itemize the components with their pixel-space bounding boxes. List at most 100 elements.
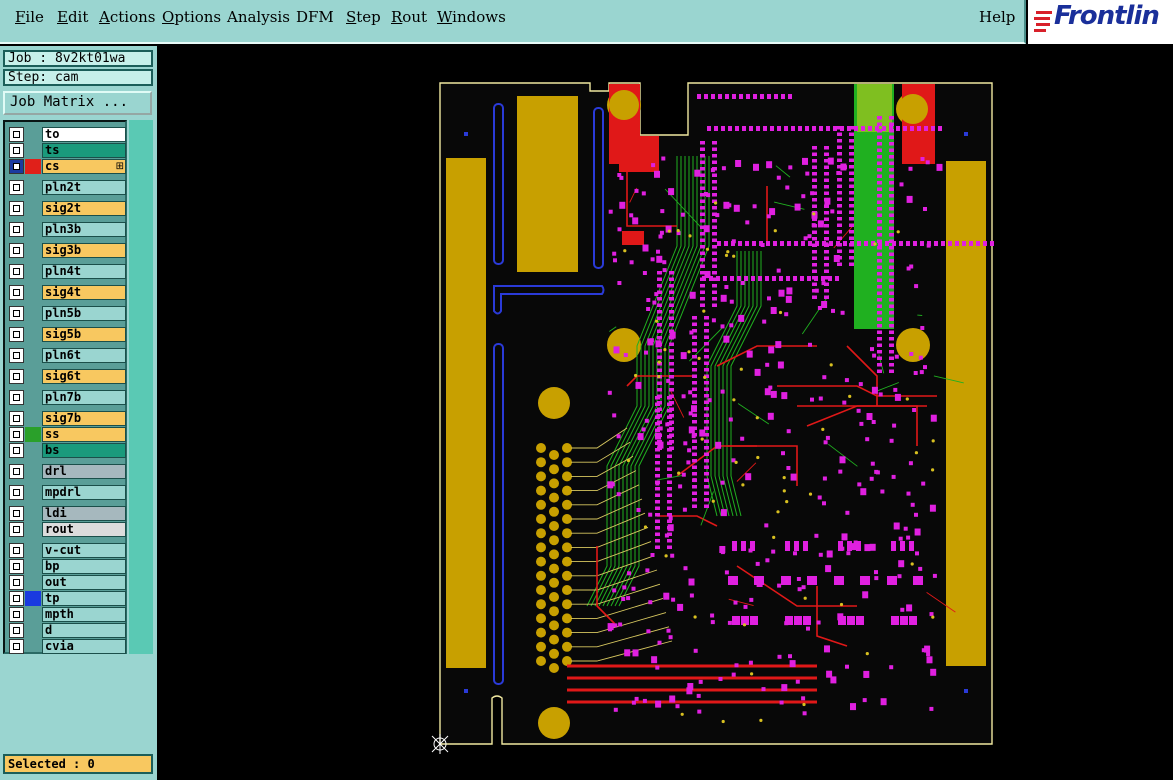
layer-color-swatch[interactable]	[25, 427, 41, 442]
layer-row-pln6t[interactable]: pln6t	[8, 348, 126, 363]
layer-name[interactable]: drl	[42, 464, 126, 479]
layer-checkbox[interactable]	[9, 639, 24, 654]
layer-name[interactable]: tp	[42, 591, 126, 606]
menu-windows[interactable]: Windows	[437, 8, 506, 26]
menu-file[interactable]: File	[15, 8, 44, 26]
layer-checkbox[interactable]	[9, 411, 24, 426]
layer-list-scrollbar[interactable]	[129, 120, 153, 654]
layer-name[interactable]: rout	[42, 522, 126, 537]
layer-checkbox[interactable]	[9, 575, 24, 590]
layer-color-swatch[interactable]	[25, 543, 41, 558]
layer-name[interactable]: sig5b	[42, 327, 126, 342]
layer-checkbox[interactable]	[9, 180, 24, 195]
layer-color-swatch[interactable]	[25, 639, 41, 654]
layer-row-mpth[interactable]: mpth	[8, 607, 126, 622]
layer-name[interactable]: ldi	[42, 506, 126, 521]
layer-checkbox[interactable]	[9, 201, 24, 216]
layer-color-swatch[interactable]	[25, 327, 41, 342]
layer-color-swatch[interactable]	[25, 559, 41, 574]
layer-row-ss[interactable]: ss	[8, 427, 126, 442]
layer-checkbox[interactable]	[9, 264, 24, 279]
layer-checkbox[interactable]	[9, 591, 24, 606]
layer-name[interactable]: sig6t	[42, 369, 126, 384]
layer-name[interactable]: pln7b	[42, 390, 126, 405]
layer-color-swatch[interactable]	[25, 607, 41, 622]
layer-color-swatch[interactable]	[25, 591, 41, 606]
layer-color-swatch[interactable]	[25, 201, 41, 216]
layer-checkbox[interactable]	[9, 327, 24, 342]
layer-name[interactable]: mpth	[42, 607, 126, 622]
layer-checkbox[interactable]	[9, 222, 24, 237]
layer-color-swatch[interactable]	[25, 443, 41, 458]
layer-name[interactable]: pln3b	[42, 222, 126, 237]
layer-row-mpdrl[interactable]: mpdrl	[8, 485, 126, 500]
layer-name[interactable]: pln6t	[42, 348, 126, 363]
menu-analysis[interactable]: Analysis	[227, 8, 290, 26]
layer-name[interactable]: mpdrl	[42, 485, 126, 500]
layer-checkbox[interactable]	[9, 306, 24, 321]
layer-row-cs[interactable]: cs ⊞	[8, 159, 126, 174]
layer-row-pln2t[interactable]: pln2t	[8, 180, 126, 195]
layer-name[interactable]: bs	[42, 443, 126, 458]
layer-checkbox[interactable]	[9, 506, 24, 521]
layer-name[interactable]: sig4t	[42, 285, 126, 300]
layer-checkbox[interactable]	[9, 243, 24, 258]
menu-rout[interactable]: Rout	[391, 8, 427, 26]
layer-color-swatch[interactable]	[25, 180, 41, 195]
layer-name[interactable]: cvia	[42, 639, 126, 654]
layer-color-swatch[interactable]	[25, 390, 41, 405]
layer-name[interactable]: sig7b	[42, 411, 126, 426]
menu-options[interactable]: Options	[162, 8, 221, 26]
layer-name[interactable]: d	[42, 623, 126, 638]
menu-actions[interactable]: Actions	[99, 8, 155, 26]
layer-name[interactable]: pln2t	[42, 180, 126, 195]
layer-name[interactable]: out	[42, 575, 126, 590]
layer-color-swatch[interactable]	[25, 623, 41, 638]
layer-name[interactable]: pln5b	[42, 306, 126, 321]
layer-row-bp[interactable]: bp	[8, 559, 126, 574]
layer-name[interactable]: ts	[42, 143, 126, 158]
layer-row-pln7b[interactable]: pln7b	[8, 390, 126, 405]
layer-color-swatch[interactable]	[25, 506, 41, 521]
menu-edit[interactable]: Edit	[57, 8, 88, 26]
job-matrix-button[interactable]: Job Matrix ...	[3, 91, 152, 115]
layer-color-swatch[interactable]	[25, 143, 41, 158]
layer-color-swatch[interactable]	[25, 411, 41, 426]
layer-row-rout[interactable]: rout	[8, 522, 126, 537]
layer-color-swatch[interactable]	[25, 348, 41, 363]
layer-checkbox[interactable]	[9, 427, 24, 442]
layer-row-sig2t[interactable]: sig2t	[8, 201, 126, 216]
layer-name[interactable]: sig2t	[42, 201, 126, 216]
layer-checkbox[interactable]	[9, 559, 24, 574]
layer-row-pln5b[interactable]: pln5b	[8, 306, 126, 321]
layer-row-pln3b[interactable]: pln3b	[8, 222, 126, 237]
layer-name[interactable]: v-cut	[42, 543, 126, 558]
layer-checkbox[interactable]	[9, 285, 24, 300]
layer-color-swatch[interactable]	[25, 575, 41, 590]
layer-row-sig4t[interactable]: sig4t	[8, 285, 126, 300]
menu-dfm[interactable]: DFM	[296, 8, 334, 26]
layer-checkbox[interactable]	[9, 348, 24, 363]
layer-checkbox[interactable]	[9, 127, 24, 142]
graphics-canvas[interactable]	[157, 46, 1173, 780]
layer-name[interactable]: bp	[42, 559, 126, 574]
layer-name[interactable]: sig3b	[42, 243, 126, 258]
layer-row-tp[interactable]: tp	[8, 591, 126, 606]
layer-row-sig3b[interactable]: sig3b	[8, 243, 126, 258]
layer-checkbox[interactable]	[9, 464, 24, 479]
layer-row-ldi[interactable]: ldi	[8, 506, 126, 521]
layer-row-bs[interactable]: bs	[8, 443, 126, 458]
layer-checkbox[interactable]	[9, 143, 24, 158]
layer-row-d[interactable]: d	[8, 623, 126, 638]
pcb-board-view[interactable]	[157, 46, 1173, 780]
layer-checkbox[interactable]	[9, 623, 24, 638]
layer-color-swatch[interactable]	[25, 464, 41, 479]
layer-row-ts[interactable]: ts	[8, 143, 126, 158]
layer-color-swatch[interactable]	[25, 306, 41, 321]
layer-checkbox[interactable]	[9, 390, 24, 405]
menu-help[interactable]: Help	[979, 8, 1015, 26]
layer-color-swatch[interactable]	[25, 264, 41, 279]
layer-color-swatch[interactable]	[25, 369, 41, 384]
layer-color-swatch[interactable]	[25, 159, 41, 174]
layer-row-cvia[interactable]: cvia	[8, 639, 126, 654]
